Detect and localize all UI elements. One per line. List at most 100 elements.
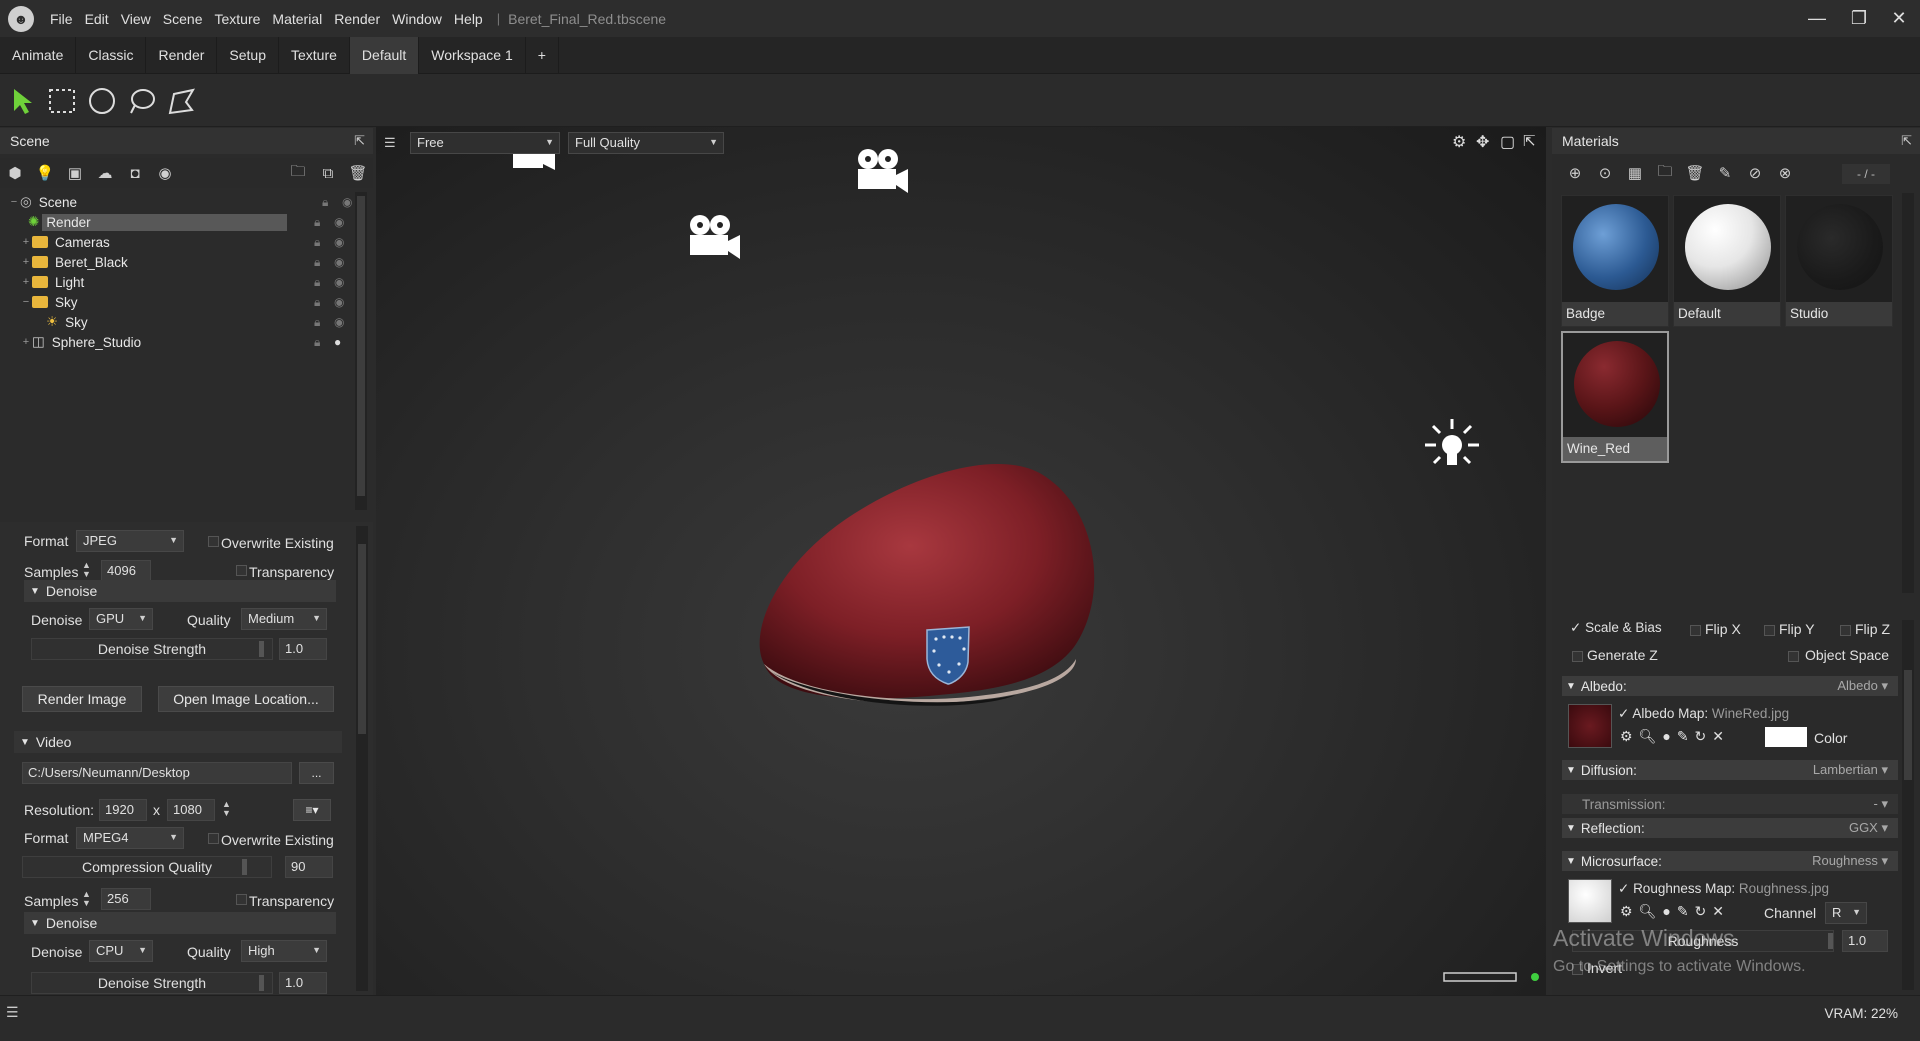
- add-object-icon[interactable]: ⬢: [0, 161, 30, 185]
- video-output-path-input[interactable]: C:/Users/Neumann/Desktop: [22, 762, 292, 784]
- flip-z-checkbox[interactable]: [1840, 625, 1851, 636]
- eye-icon[interactable]: ◉: [342, 195, 352, 209]
- reload-icon[interactable]: ↻: [1695, 728, 1707, 745]
- material-swatch-wine-red[interactable]: Wine_Red: [1561, 331, 1669, 463]
- add-material-icon[interactable]: ◉: [150, 161, 180, 185]
- expand-icon[interactable]: +: [20, 336, 32, 348]
- lasso-select-icon[interactable]: [126, 86, 158, 116]
- unassign-material-icon[interactable]: ⊗: [1770, 161, 1800, 185]
- eye-icon[interactable]: ◉: [334, 295, 344, 309]
- video-denoise-quality-select[interactable]: High: [241, 940, 327, 962]
- denoise-strength-slider[interactable]: Denoise Strength: [31, 638, 273, 660]
- new-folder-icon[interactable]: 🗀: [283, 161, 313, 185]
- lock-icon[interactable]: 🔒︎: [314, 255, 320, 270]
- viewport-quality-select[interactable]: Full Quality: [568, 132, 724, 154]
- menu-edit[interactable]: Edit: [79, 11, 115, 27]
- add-tab-button[interactable]: +: [526, 36, 559, 74]
- lock-icon[interactable]: 🔒︎: [314, 335, 320, 350]
- menu-file[interactable]: File: [44, 11, 79, 27]
- transmission-type-select[interactable]: - ▾: [1874, 796, 1888, 812]
- denoise-quality-select[interactable]: Medium: [241, 608, 327, 630]
- collapse-icon[interactable]: −: [20, 296, 32, 308]
- tree-item-light[interactable]: + Light 🔒︎ ◉: [20, 272, 353, 292]
- select-arrow-icon[interactable]: [8, 86, 40, 116]
- viewport-menu-icon[interactable]: ☰: [384, 135, 400, 150]
- denoise-strength-input[interactable]: 1.0: [279, 638, 327, 660]
- minimize-icon[interactable]: —: [1796, 0, 1838, 37]
- add-material-icon[interactable]: ⊕: [1560, 161, 1590, 185]
- add-light-icon[interactable]: 💡: [30, 161, 60, 185]
- eye-icon[interactable]: ◉: [334, 235, 344, 249]
- resolution-width-input[interactable]: 1920: [99, 799, 147, 821]
- menu-window[interactable]: Window: [386, 11, 448, 27]
- eye-icon[interactable]: ●: [334, 335, 341, 349]
- material-swatch-studio[interactable]: Studio: [1785, 195, 1893, 327]
- generate-z-checkbox[interactable]: [1572, 651, 1583, 662]
- reflection-section-header[interactable]: ▼ Reflection: GGX ▾: [1562, 818, 1898, 838]
- reflection-type-select[interactable]: GGX ▾: [1849, 820, 1888, 836]
- compression-quality-slider[interactable]: Compression Quality: [22, 856, 272, 878]
- tab-classic[interactable]: Classic: [76, 36, 147, 74]
- albedo-map-checkbox[interactable]: ✓ Albedo Map: WineRed.jpg: [1618, 706, 1789, 722]
- open-image-location-button[interactable]: Open Image Location...: [158, 686, 334, 712]
- duplicate-material-icon[interactable]: ⊙: [1590, 161, 1620, 185]
- video-denoise-strength-slider[interactable]: Denoise Strength: [31, 972, 273, 994]
- viewport-settings-icon[interactable]: ⚙: [1452, 132, 1466, 152]
- remove-icon[interactable]: ✕: [1712, 903, 1724, 920]
- lock-icon[interactable]: 🔒︎: [314, 215, 320, 230]
- lock-icon[interactable]: 🔒︎: [314, 235, 320, 250]
- denoise-section-header[interactable]: ▼ Denoise: [24, 580, 336, 602]
- checker-icon[interactable]: ▦: [1620, 161, 1650, 185]
- diffusion-type-select[interactable]: Lambertian ▾: [1813, 762, 1888, 778]
- microsurface-type-select[interactable]: Roughness ▾: [1812, 853, 1888, 869]
- lock-icon[interactable]: 🔒︎: [322, 195, 328, 210]
- video-overwrite-checkbox[interactable]: [208, 833, 219, 844]
- albedo-type-select[interactable]: Albedo ▾: [1837, 678, 1888, 694]
- eye-icon[interactable]: ◉: [334, 215, 344, 229]
- tree-item-cameras[interactable]: + Cameras 🔒︎ ◉: [20, 232, 353, 252]
- albedo-map-thumbnail[interactable]: [1568, 704, 1612, 748]
- undock-icon[interactable]: ⇱: [354, 133, 365, 149]
- menu-scene[interactable]: Scene: [157, 11, 209, 27]
- video-format-select[interactable]: MPEG4: [76, 827, 184, 849]
- tab-setup[interactable]: Setup: [217, 36, 279, 74]
- denoise-device-select[interactable]: GPU: [89, 608, 153, 630]
- settings-icon[interactable]: ⚙: [1620, 903, 1633, 920]
- collapse-icon[interactable]: −: [8, 196, 20, 208]
- roughness-map-checkbox[interactable]: ✓ Roughness Map: Roughness.jpg: [1618, 881, 1829, 897]
- menu-material[interactable]: Material: [266, 11, 328, 27]
- lock-icon[interactable]: 🔒︎: [314, 275, 320, 290]
- rectangle-select-icon[interactable]: [46, 86, 78, 116]
- resolution-presets-icon[interactable]: ≡▾: [293, 799, 331, 821]
- menu-view[interactable]: View: [115, 11, 157, 27]
- tree-item-beret-black[interactable]: + Beret_Black 🔒︎ ◉: [20, 252, 353, 272]
- eye-icon[interactable]: ◉: [334, 315, 344, 329]
- add-camera-icon[interactable]: ▣: [60, 161, 90, 185]
- tab-workspace-1[interactable]: Workspace 1: [419, 36, 526, 74]
- pick-material-icon[interactable]: ✎: [1710, 161, 1740, 185]
- material-properties-scrollbar[interactable]: [1902, 620, 1914, 990]
- lock-icon[interactable]: 🔒︎: [314, 315, 320, 330]
- render-image-button[interactable]: Render Image: [22, 686, 142, 712]
- move-icon[interactable]: ✥: [1476, 132, 1489, 152]
- tab-default[interactable]: Default: [349, 36, 420, 74]
- material-swatch-badge[interactable]: Badge: [1561, 195, 1669, 327]
- edit-icon[interactable]: ✎: [1677, 903, 1689, 920]
- menu-texture[interactable]: Texture: [208, 11, 266, 27]
- object-space-checkbox[interactable]: [1788, 651, 1799, 662]
- 3d-viewport[interactable]: [376, 127, 1546, 995]
- microsurface-section-header[interactable]: ▼ Microsurface: Roughness ▾: [1562, 851, 1898, 871]
- expand-icon[interactable]: +: [20, 276, 32, 288]
- frame-icon[interactable]: ▢: [1500, 132, 1515, 152]
- delete-icon[interactable]: 🗑: [343, 161, 373, 185]
- video-section-header[interactable]: ▼ Video: [14, 731, 342, 753]
- transparency-checkbox[interactable]: [236, 565, 247, 576]
- delete-icon[interactable]: 🗑: [1680, 161, 1710, 185]
- camera-mode-select[interactable]: Free: [410, 132, 560, 154]
- scene-scrollbar[interactable]: [355, 192, 367, 510]
- video-denoise-section-header[interactable]: ▼ Denoise: [24, 912, 336, 934]
- video-samples-stepper[interactable]: ▲ ▼: [82, 890, 91, 908]
- remove-icon[interactable]: ✕: [1712, 728, 1724, 745]
- pick-icon[interactable]: ●: [1662, 903, 1670, 920]
- materials-scrollbar[interactable]: [1902, 193, 1914, 593]
